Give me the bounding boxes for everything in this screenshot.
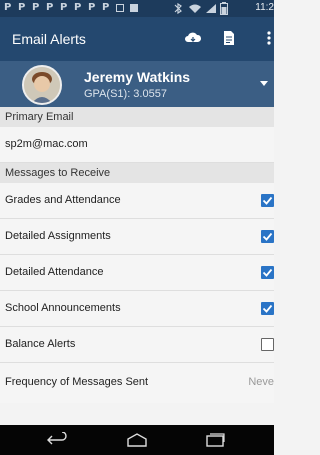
bluetooth-icon xyxy=(174,3,182,14)
primary-email-header: Primary Email xyxy=(0,107,274,127)
notification-icon: P xyxy=(60,2,68,13)
home-icon[interactable] xyxy=(126,432,148,448)
student-photo-icon xyxy=(24,67,60,103)
checkbox-checked[interactable] xyxy=(261,302,274,315)
chevron-down-icon[interactable] xyxy=(260,81,268,86)
list-item-label: Balance Alerts xyxy=(5,338,76,350)
notification-icon: P xyxy=(88,2,96,13)
checkbox-checked[interactable] xyxy=(261,230,274,243)
list-item-label: Detailed Assignments xyxy=(5,230,111,242)
checkbox-checked[interactable] xyxy=(261,266,274,279)
notification-icon: P xyxy=(102,2,110,13)
signal-icon xyxy=(206,4,216,13)
notification-icon: P xyxy=(74,2,82,13)
page-title: Email Alerts xyxy=(12,31,86,47)
primary-email-value: sp2m@mac.com xyxy=(5,138,88,150)
wifi-icon xyxy=(189,4,201,13)
check-icon xyxy=(262,268,273,277)
storage-icon xyxy=(130,4,138,12)
notification-icon: P xyxy=(18,2,26,13)
check-icon xyxy=(262,304,273,313)
frequency-row[interactable]: Frequency of Messages Sent Neve xyxy=(0,363,274,403)
checkbox-checked[interactable] xyxy=(261,194,274,207)
screenshot-icon xyxy=(116,4,124,12)
overflow-menu-icon[interactable] xyxy=(260,29,278,47)
student-selector[interactable]: Jeremy Watkins GPA(S1): 3.0557 xyxy=(0,61,274,107)
list-item-label: School Announcements xyxy=(5,302,121,314)
primary-email-row[interactable]: sp2m@mac.com xyxy=(0,127,274,163)
back-icon[interactable] xyxy=(46,432,68,448)
list-item-label: Grades and Attendance xyxy=(5,194,121,206)
recent-apps-icon[interactable] xyxy=(204,432,226,448)
battery-icon xyxy=(220,2,228,15)
frequency-label: Frequency of Messages Sent xyxy=(5,376,149,388)
messages-header: Messages to Receive xyxy=(0,163,274,183)
notification-icon: P xyxy=(32,2,40,13)
frequency-value: Neve xyxy=(248,376,274,388)
list-item-detailed-assignments[interactable]: Detailed Assignments xyxy=(0,219,274,255)
status-bar: P P P P P P P P 11:2 xyxy=(0,0,274,17)
cloud-icon[interactable] xyxy=(184,29,202,47)
system-nav-bar xyxy=(0,425,274,455)
document-icon[interactable] xyxy=(220,29,238,47)
app-bar: Email Alerts xyxy=(0,17,274,61)
student-name: Jeremy Watkins xyxy=(84,69,191,85)
check-icon xyxy=(262,196,273,205)
list-item-label: Detailed Attendance xyxy=(5,266,104,278)
clock: 11:2 xyxy=(255,2,274,13)
avatar xyxy=(22,65,62,105)
list-item-school-announcements[interactable]: School Announcements xyxy=(0,291,274,327)
notification-icon: P xyxy=(46,2,54,13)
notification-icon: P xyxy=(4,2,12,13)
student-gpa: GPA(S1): 3.0557 xyxy=(84,88,167,100)
list-item-grades-attendance[interactable]: Grades and Attendance xyxy=(0,183,274,219)
list-item-detailed-attendance[interactable]: Detailed Attendance xyxy=(0,255,274,291)
check-icon xyxy=(262,232,273,241)
checkbox-unchecked[interactable] xyxy=(261,338,274,351)
list-item-balance-alerts[interactable]: Balance Alerts xyxy=(0,327,274,363)
